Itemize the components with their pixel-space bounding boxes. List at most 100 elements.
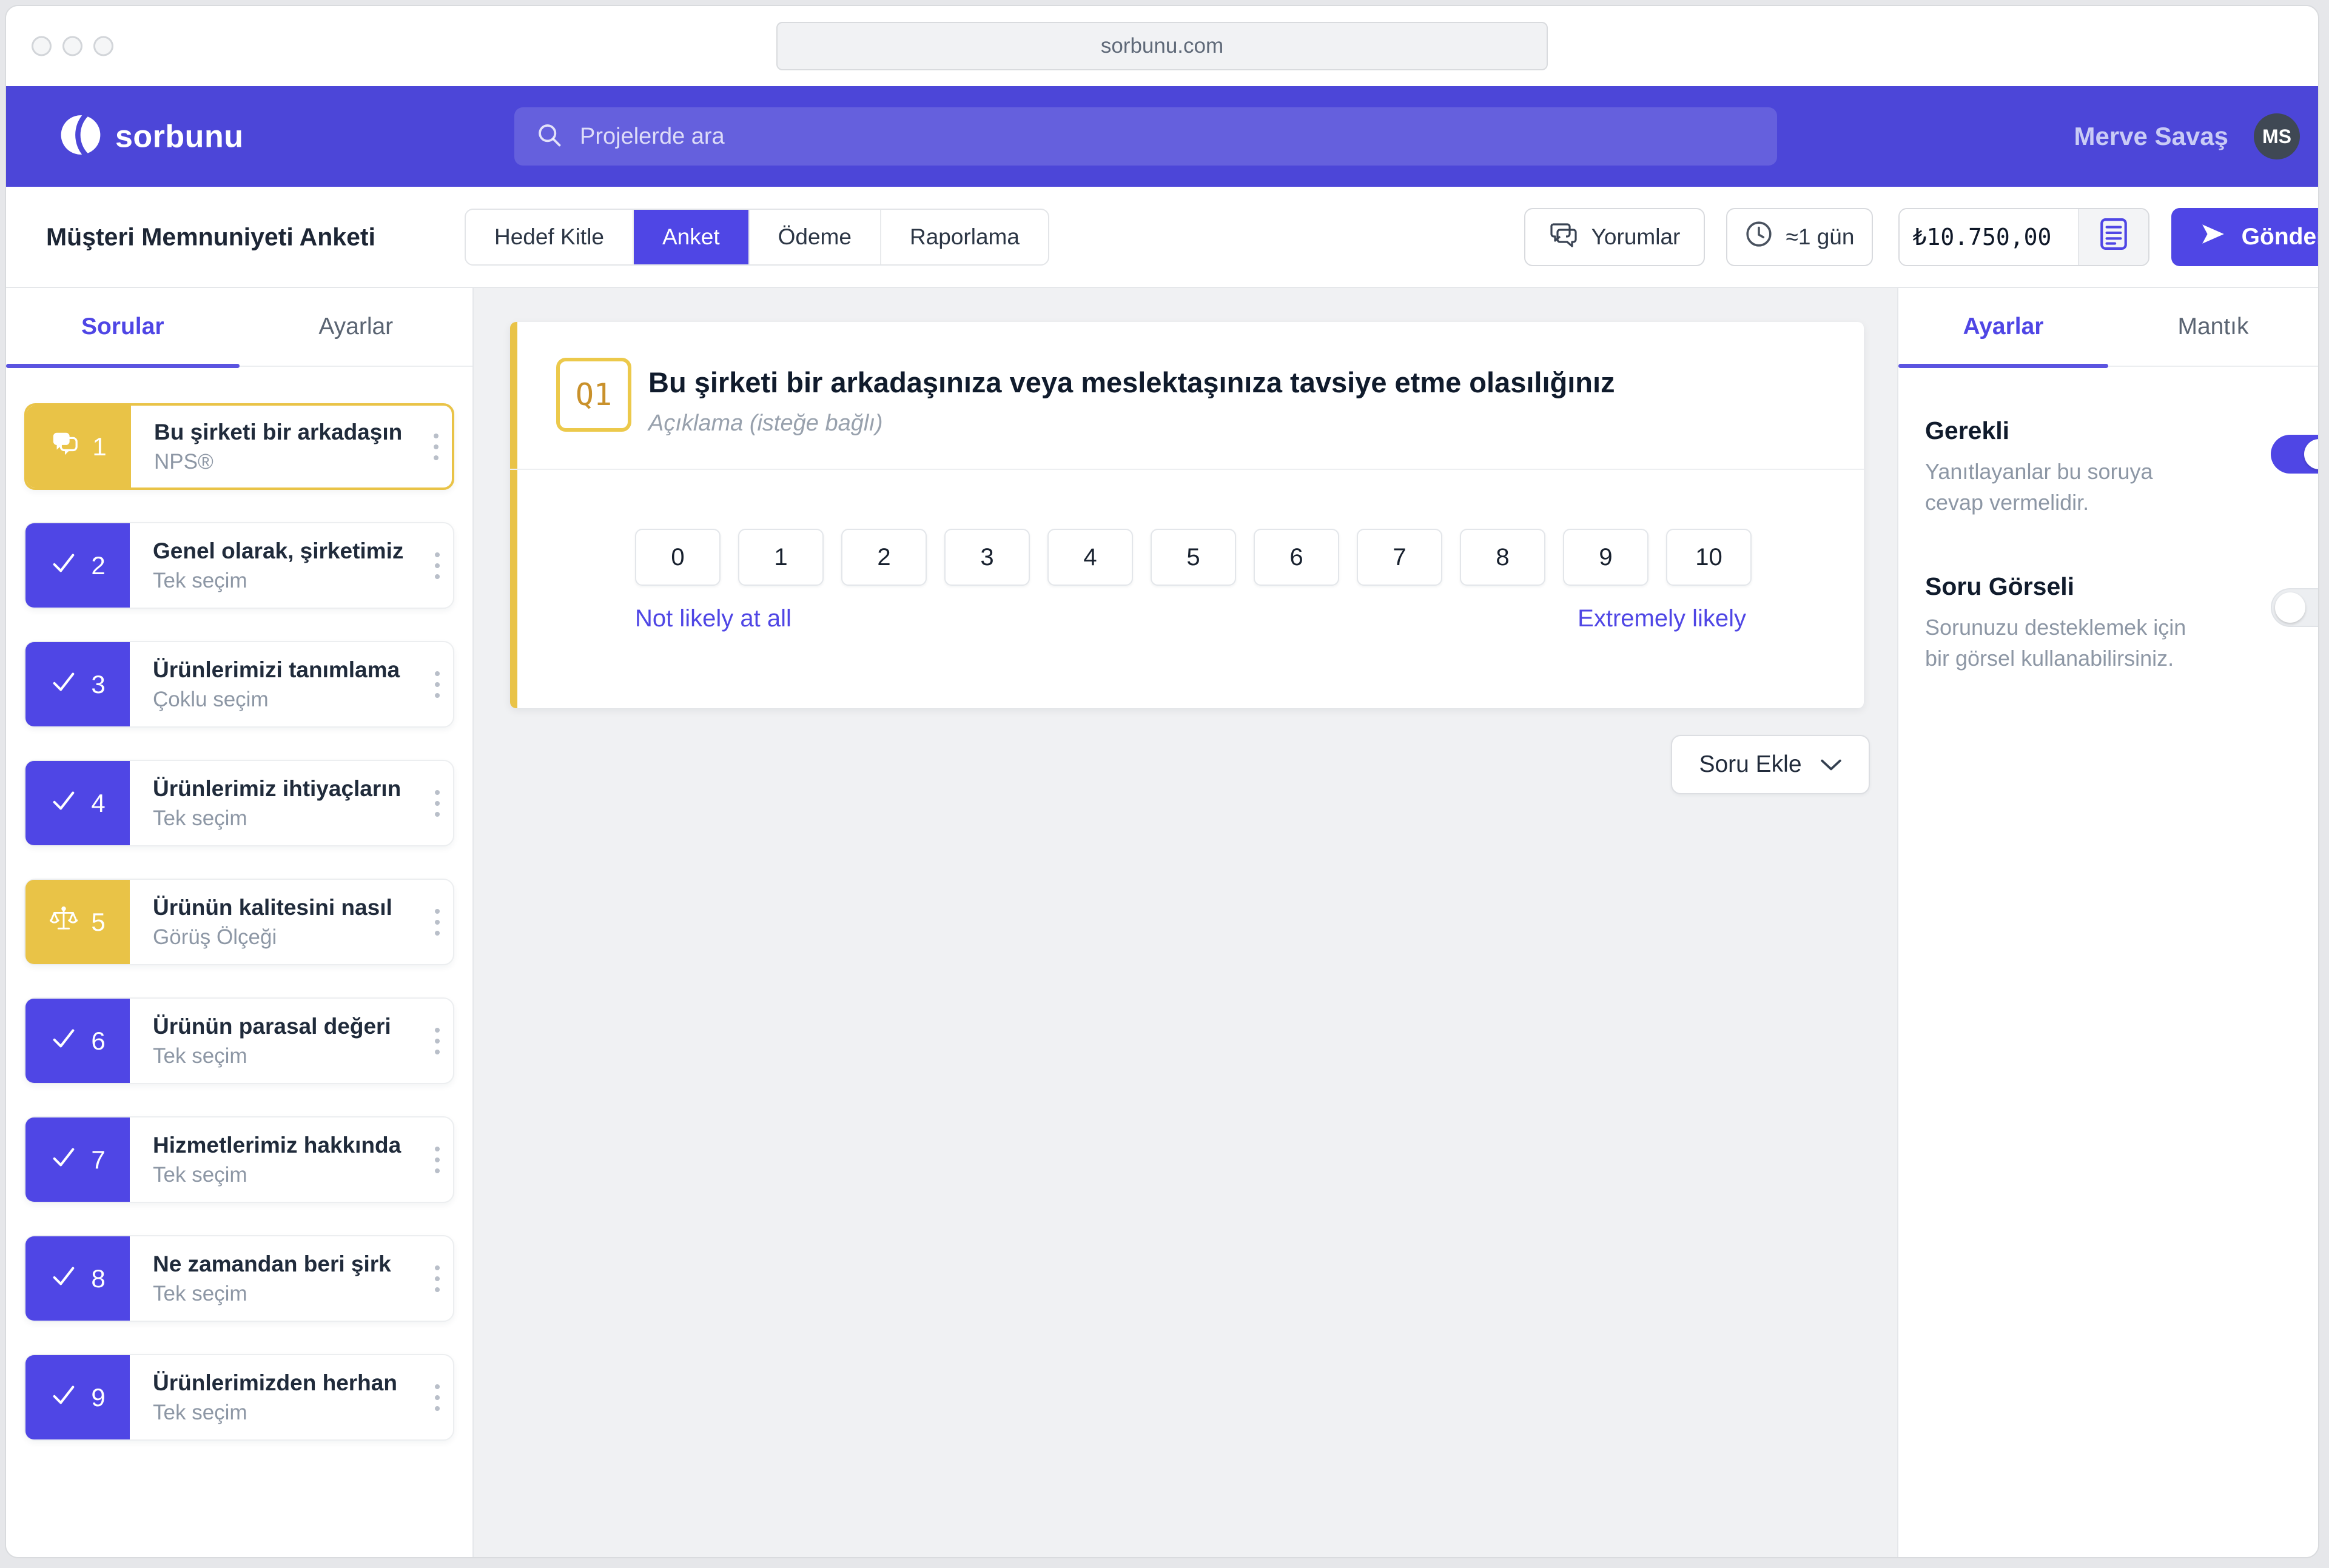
question-number: 4 [91, 789, 105, 818]
add-question-label: Soru Ekle [1699, 751, 1801, 778]
kebab-menu-icon[interactable] [435, 1141, 440, 1179]
nps-scale-button[interactable]: 3 [944, 529, 1030, 586]
search-icon [536, 122, 563, 152]
question-list-item[interactable]: 7 Hizmetlerimiz hakkında Tek seçim [24, 1116, 454, 1203]
nps-scale-button[interactable]: 5 [1151, 529, 1236, 586]
question-number: 6 [91, 1027, 105, 1056]
question-badge: 1 [27, 406, 131, 487]
question-info: Genel olarak, şirketimiz Tek seçim [130, 523, 453, 608]
nps-scale: 0123456789 10 [635, 529, 1752, 586]
toolbar-tab-ödeme[interactable]: Ödeme [748, 210, 880, 264]
check-icon [50, 786, 78, 820]
question-type-label: Tek seçim [153, 569, 417, 593]
question-title: Bu şirketi bir arkadaşın [154, 420, 415, 445]
question-list-item[interactable]: 1 Bu şirketi bir arkadaşın NPS® [24, 403, 454, 490]
question-list-item[interactable]: 9 Ürünlerimizden herhan Tek seçim [24, 1354, 454, 1441]
question-type-label: Tek seçim [153, 1282, 417, 1306]
required-toggle[interactable] [2271, 435, 2318, 474]
nps-scale-button[interactable]: 7 [1357, 529, 1442, 586]
logo[interactable]: sorbunu [58, 113, 243, 161]
send-label: Gönder [2242, 224, 2319, 250]
price-detail-button[interactable] [2078, 209, 2148, 265]
settings-tabs: Ayarlar Mantık [1898, 288, 2318, 367]
comments-button[interactable]: Yorumlar [1524, 208, 1705, 266]
user-menu[interactable]: Merve Savaş MS [2074, 113, 2300, 159]
price-chip[interactable]: ₺10.750,00 [1898, 208, 2149, 266]
address-bar[interactable]: sorbunu.com [776, 22, 1548, 70]
nps-scale-button[interactable]: 0 [635, 529, 721, 586]
question-type-label: Tek seçim [153, 806, 417, 831]
question-image-toggle[interactable] [2271, 588, 2318, 627]
logo-text: sorbunu [115, 118, 243, 155]
question-badge: 2 [25, 523, 130, 608]
kebab-menu-icon[interactable] [435, 665, 440, 704]
nps-scale-button[interactable]: 8 [1460, 529, 1545, 586]
question-number: 8 [91, 1264, 105, 1293]
question-list-item[interactable]: 2 Genel olarak, şirketimiz Tek seçim [24, 522, 454, 609]
tab-sorular[interactable]: Sorular [6, 288, 240, 366]
nps-scale-button[interactable]: 2 [841, 529, 927, 586]
toolbar-tab-anket[interactable]: Anket [633, 210, 748, 264]
send-button[interactable]: Gönder [2171, 208, 2319, 266]
tab-ayarlar-settings[interactable]: Ayarlar [1898, 288, 2108, 366]
nps-scale-button[interactable]: 6 [1254, 529, 1339, 586]
check-icon [50, 1381, 78, 1415]
check-icon [50, 549, 78, 583]
tab-ayarlar-sidebar[interactable]: Ayarlar [240, 288, 473, 366]
kebab-menu-icon[interactable] [434, 427, 439, 466]
add-question-button[interactable]: Soru Ekle [1671, 735, 1870, 794]
project-search-input[interactable]: Projelerde ara [514, 107, 1777, 166]
question-list-item[interactable]: 8 Ne zamandan beri şirk Tek seçim [24, 1235, 454, 1322]
project-title: Müşteri Memnuniyeti Anketi [46, 223, 375, 251]
toolbar-tab-hedef-kitle[interactable]: Hedef Kitle [466, 210, 633, 264]
question-info: Ürünlerimiz ihtiyaçların Tek seçim [130, 761, 453, 845]
window-minimize-button[interactable] [62, 36, 82, 56]
avatar[interactable]: MS [2254, 113, 2300, 159]
required-setting: Gerekli Yanıtlayanlar bu soruya cevap ve… [1898, 417, 2318, 518]
question-info: Ürünün parasal değeri Tek seçim [130, 999, 453, 1083]
tab-mantik[interactable]: Mantık [2108, 288, 2318, 366]
kebab-menu-icon[interactable] [435, 784, 440, 823]
kebab-menu-icon[interactable] [435, 1259, 440, 1298]
nps-scale-button[interactable]: 9 [1563, 529, 1648, 586]
question-image-title: Soru Görseli [1925, 572, 2318, 601]
window-zoom-button[interactable] [93, 36, 113, 56]
logo-icon [58, 113, 103, 161]
question-text[interactable]: Bu şirketi bir arkadaşınıza veya meslekt… [648, 366, 1615, 399]
send-icon [2200, 223, 2226, 252]
kebab-menu-icon[interactable] [435, 546, 440, 585]
question-type-label: Çoklu seçim [153, 688, 417, 712]
sidebar-tabs: Sorular Ayarlar [6, 288, 472, 367]
toolbar-tab-raporlama[interactable]: Raporlama [880, 210, 1048, 264]
question-number: 9 [91, 1383, 105, 1412]
question-title: Genel olarak, şirketimiz [153, 538, 417, 564]
question-title: Ne zamandan beri şirk [153, 1251, 417, 1277]
kebab-menu-icon[interactable] [435, 1022, 440, 1060]
nps-scale-button[interactable]: 4 [1047, 529, 1133, 586]
question-title: Ürünlerimiz ihtiyaçların [153, 776, 417, 802]
question-info: Ürünlerimizi tanımlama Çoklu seçim [130, 642, 453, 726]
question-badge: 5 [25, 880, 130, 964]
duration-chip[interactable]: ≈1 gün [1726, 208, 1873, 266]
question-list-item[interactable]: 6 Ürünün parasal değeri Tek seçim [24, 997, 454, 1084]
kebab-menu-icon[interactable] [435, 903, 440, 942]
question-number: 3 [91, 670, 105, 699]
question-card[interactable]: Q1 Bu şirketi bir arkadaşınıza veya mesl… [510, 322, 1864, 708]
clock-icon [1745, 220, 1773, 253]
nps-scale-labels: Not likely at all Extremely likely [635, 605, 1746, 632]
question-list-item[interactable]: 3 Ürünlerimizi tanımlama Çoklu seçim [24, 641, 454, 728]
nps-scale-button[interactable]: 10 [1666, 529, 1752, 586]
question-type-label: Tek seçim [153, 1163, 417, 1187]
question-list-item[interactable]: 4 Ürünlerimiz ihtiyaçların Tek seçim [24, 760, 454, 846]
nps-scale-button[interactable]: 1 [738, 529, 824, 586]
window-close-button[interactable] [32, 36, 52, 56]
question-type-label: Tek seçim [153, 1044, 417, 1068]
question-list-item[interactable]: 5 Ürünün kalitesini nasıl Görüş Ölçeği [24, 879, 454, 965]
kebab-menu-icon[interactable] [435, 1378, 440, 1417]
question-sidebar: Sorular Ayarlar 1 Bu şirketi bir arkadaş… [6, 288, 474, 1557]
check-icon [50, 1262, 78, 1296]
question-description-placeholder[interactable]: Açıklama (isteğe bağlı) [648, 410, 883, 437]
chat-bubbles-icon [51, 430, 79, 464]
content-area: Sorular Ayarlar 1 Bu şirketi bir arkadaş… [6, 288, 2318, 1557]
check-icon [50, 1024, 78, 1058]
